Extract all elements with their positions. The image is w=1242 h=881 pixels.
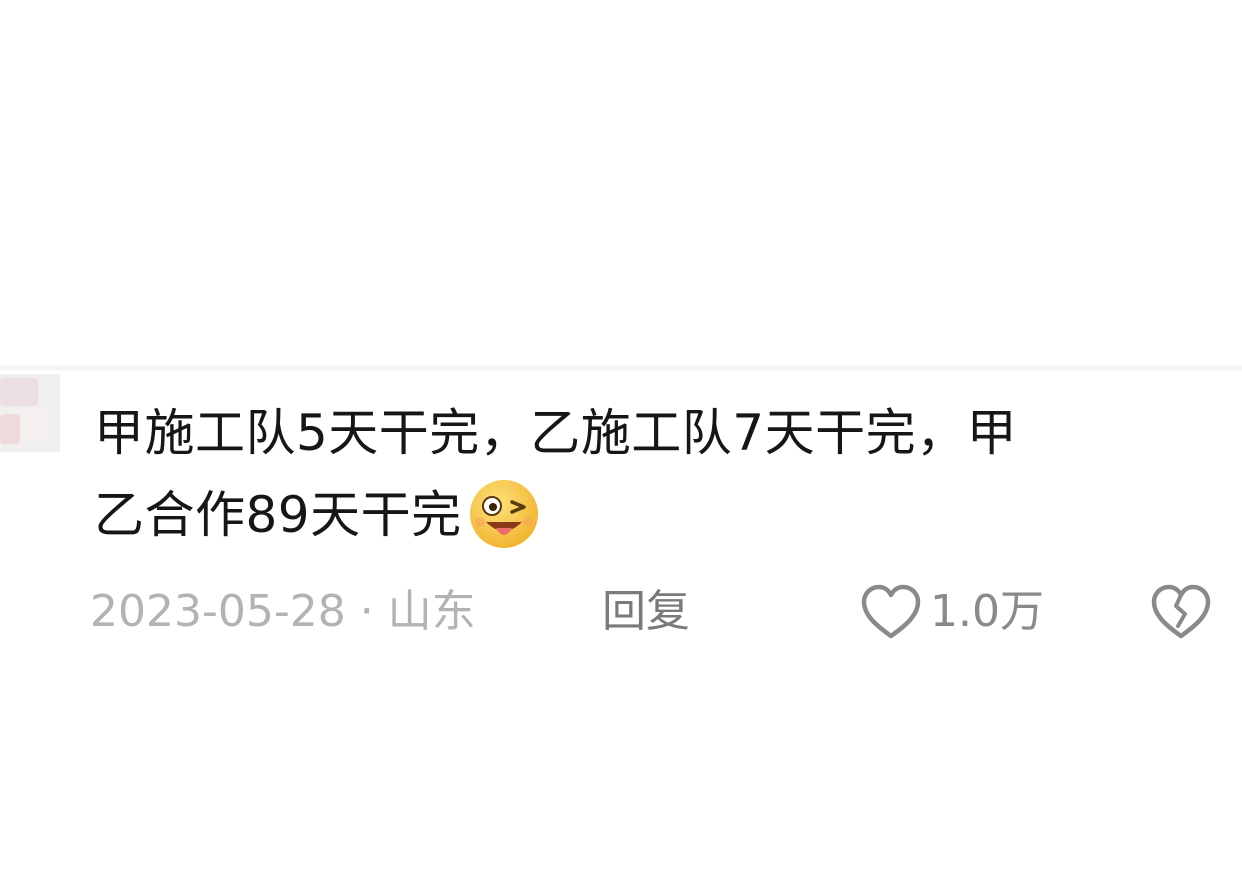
comment-line-2-text: 乙合作89天干完 (94, 486, 462, 544)
wink-tongue-emoji-icon (469, 479, 538, 548)
avatar-blur-patch (0, 414, 20, 444)
avatar-blur-patch (0, 378, 38, 406)
reply-button[interactable]: 回复 (602, 582, 690, 642)
comment-meta-row: 2023-05-28 · 山东 回复 1.0万 (0, 582, 1242, 642)
heart-outline-icon (861, 584, 921, 639)
comment-line-2: 乙合作89天干完 (94, 474, 1194, 556)
dislike-button[interactable] (1150, 582, 1212, 642)
date-location: 2023-05-28 · 山东 (90, 586, 476, 637)
broken-heart-icon (1151, 584, 1211, 639)
like-button[interactable]: 1.0万 (860, 582, 1044, 642)
comment-line-1: 甲施工队5天干完，乙施工队7天干完，甲 (94, 404, 1018, 462)
avatar[interactable] (0, 374, 60, 452)
comment-text: 甲施工队5天干完，乙施工队7天干完，甲 乙合作89天干完 (94, 392, 1194, 556)
like-count: 1.0万 (930, 586, 1044, 637)
comment-screen: 甲施工队5天干完，乙施工队7天干完，甲 乙合作89天干完 2023-05-28 (0, 0, 1242, 881)
section-divider (0, 364, 1242, 372)
